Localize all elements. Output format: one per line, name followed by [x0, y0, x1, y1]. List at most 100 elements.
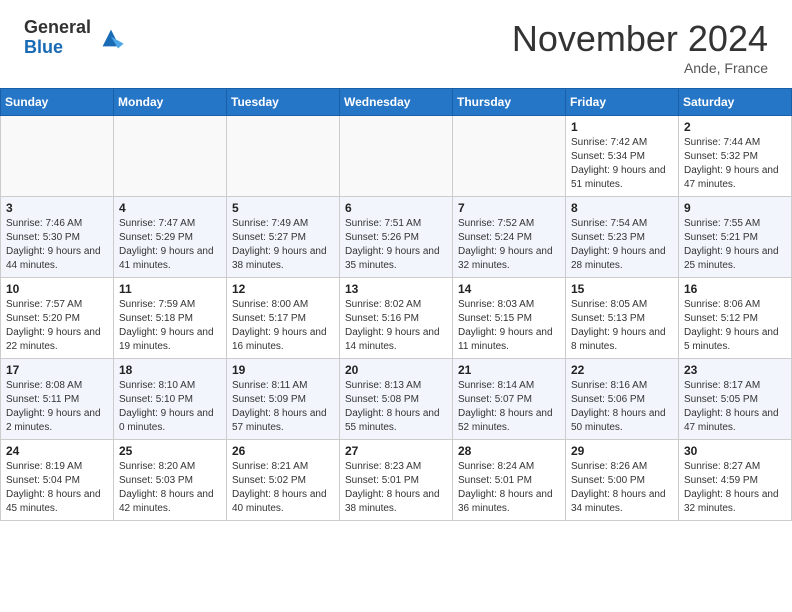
calendar-cell: 8 Sunrise: 7:54 AM Sunset: 5:23 PM Daylig…: [566, 197, 679, 278]
day-number: 8: [571, 201, 673, 215]
calendar-cell: 9Sunrise: 7:55 AM Sunset: 5:21 PM Daylig…: [679, 197, 792, 278]
calendar-week-2: 3 Sunrise: 7:46 AM Sunset: 5:30 PM Daylig…: [1, 197, 792, 278]
day-info: Sunrise: 7:51 AM Sunset: 5:26 PM Dayligh…: [345, 217, 447, 273]
day-header-tuesday: Tuesday: [227, 89, 340, 116]
calendar-cell: 23 Sunrise: 8:17 AM Sunset: 5:05 PM Dayli…: [679, 359, 792, 440]
day-number: 30: [684, 444, 786, 458]
calendar-cell: 25Sunrise: 8:20 AM Sunset: 5:03 PM Dayli…: [114, 440, 227, 521]
calendar-cell: 16 Sunrise: 8:06 AM Sunset: 5:12 PM Dayli…: [679, 278, 792, 359]
day-info: Sunrise: 8:26 AM Sunset: 5:00 PM Dayligh…: [571, 460, 673, 516]
calendar-cell: 28 Sunrise: 8:24 AM Sunset: 5:01 PM Dayli…: [453, 440, 566, 521]
calendar-cell: 24 Sunrise: 8:19 AM Sunset: 5:04 PM Dayli…: [1, 440, 114, 521]
logo: General Blue: [24, 18, 125, 58]
day-info: Sunrise: 8:27 AM Sunset: 4:59 PM Dayligh…: [684, 460, 786, 516]
calendar-week-1: 1 Sunrise: 7:42 AM Sunset: 5:34 PM Daylig…: [1, 116, 792, 197]
calendar-cell: 11 Sunrise: 7:59 AM Sunset: 5:18 PM Dayli…: [114, 278, 227, 359]
day-info: Sunrise: 7:57 AM Sunset: 5:20 PM Dayligh…: [6, 298, 108, 354]
calendar-cell: 27 Sunrise: 8:23 AM Sunset: 5:01 PM Dayli…: [340, 440, 453, 521]
calendar-cell: [227, 116, 340, 197]
logo-general: General: [24, 18, 91, 38]
day-header-saturday: Saturday: [679, 89, 792, 116]
day-info: Sunrise: 7:52 AM Sunset: 5:24 PM Dayligh…: [458, 217, 560, 273]
calendar-cell: [1, 116, 114, 197]
calendar-cell: 19 Sunrise: 8:11 AM Sunset: 5:09 PM Dayli…: [227, 359, 340, 440]
day-info: Sunrise: 8:06 AM Sunset: 5:12 PM Dayligh…: [684, 298, 786, 354]
calendar-cell: 6 Sunrise: 7:51 AM Sunset: 5:26 PM Daylig…: [340, 197, 453, 278]
day-info: Sunrise: 8:08 AM Sunset: 5:11 PM Dayligh…: [6, 379, 108, 435]
day-number: 21: [458, 363, 560, 377]
day-info: Sunrise: 8:19 AM Sunset: 5:04 PM Dayligh…: [6, 460, 108, 516]
calendar-week-5: 24 Sunrise: 8:19 AM Sunset: 5:04 PM Dayli…: [1, 440, 792, 521]
day-info: Sunrise: 8:24 AM Sunset: 5:01 PM Dayligh…: [458, 460, 560, 516]
day-number: 26: [232, 444, 334, 458]
day-header-friday: Friday: [566, 89, 679, 116]
day-number: 4: [119, 201, 221, 215]
page-header: General Blue November 2024 Ande, France: [0, 0, 792, 84]
calendar-cell: 18Sunrise: 8:10 AM Sunset: 5:10 PM Dayli…: [114, 359, 227, 440]
calendar-cell: 15 Sunrise: 8:05 AM Sunset: 5:13 PM Dayli…: [566, 278, 679, 359]
calendar-cell: 20Sunrise: 8:13 AM Sunset: 5:08 PM Dayli…: [340, 359, 453, 440]
day-number: 6: [345, 201, 447, 215]
day-info: Sunrise: 8:13 AM Sunset: 5:08 PM Dayligh…: [345, 379, 447, 435]
calendar-cell: 26Sunrise: 8:21 AM Sunset: 5:02 PM Dayli…: [227, 440, 340, 521]
day-number: 19: [232, 363, 334, 377]
calendar-week-4: 17 Sunrise: 8:08 AM Sunset: 5:11 PM Dayli…: [1, 359, 792, 440]
calendar-cell: 12 Sunrise: 8:00 AM Sunset: 5:17 PM Dayli…: [227, 278, 340, 359]
calendar-cell: 13Sunrise: 8:02 AM Sunset: 5:16 PM Dayli…: [340, 278, 453, 359]
day-number: 11: [119, 282, 221, 296]
day-number: 2: [684, 120, 786, 134]
day-info: Sunrise: 7:44 AM Sunset: 5:32 PM Dayligh…: [684, 136, 786, 192]
day-info: Sunrise: 8:05 AM Sunset: 5:13 PM Dayligh…: [571, 298, 673, 354]
day-info: Sunrise: 8:02 AM Sunset: 5:16 PM Dayligh…: [345, 298, 447, 354]
day-info: Sunrise: 7:49 AM Sunset: 5:27 PM Dayligh…: [232, 217, 334, 273]
day-info: Sunrise: 8:23 AM Sunset: 5:01 PM Dayligh…: [345, 460, 447, 516]
day-info: Sunrise: 8:03 AM Sunset: 5:15 PM Dayligh…: [458, 298, 560, 354]
day-info: Sunrise: 8:11 AM Sunset: 5:09 PM Dayligh…: [232, 379, 334, 435]
day-header-wednesday: Wednesday: [340, 89, 453, 116]
calendar-cell: 1 Sunrise: 7:42 AM Sunset: 5:34 PM Daylig…: [566, 116, 679, 197]
day-number: 15: [571, 282, 673, 296]
day-number: 1: [571, 120, 673, 134]
calendar-cell: 21 Sunrise: 8:14 AM Sunset: 5:07 PM Dayli…: [453, 359, 566, 440]
calendar-header-row: SundayMondayTuesdayWednesdayThursdayFrid…: [1, 89, 792, 116]
day-number: 17: [6, 363, 108, 377]
day-number: 12: [232, 282, 334, 296]
day-info: Sunrise: 8:20 AM Sunset: 5:03 PM Dayligh…: [119, 460, 221, 516]
day-info: Sunrise: 8:14 AM Sunset: 5:07 PM Dayligh…: [458, 379, 560, 435]
day-info: Sunrise: 7:47 AM Sunset: 5:29 PM Dayligh…: [119, 217, 221, 273]
month-title: November 2024: [512, 18, 768, 60]
calendar-cell: 17 Sunrise: 8:08 AM Sunset: 5:11 PM Dayli…: [1, 359, 114, 440]
calendar-cell: 5Sunrise: 7:49 AM Sunset: 5:27 PM Daylig…: [227, 197, 340, 278]
calendar-week-3: 10 Sunrise: 7:57 AM Sunset: 5:20 PM Dayli…: [1, 278, 792, 359]
calendar-cell: 10 Sunrise: 7:57 AM Sunset: 5:20 PM Dayli…: [1, 278, 114, 359]
title-block: November 2024 Ande, France: [512, 18, 768, 76]
calendar-cell: 29Sunrise: 8:26 AM Sunset: 5:00 PM Dayli…: [566, 440, 679, 521]
day-number: 28: [458, 444, 560, 458]
logo-icon: [97, 24, 125, 52]
day-number: 10: [6, 282, 108, 296]
day-header-thursday: Thursday: [453, 89, 566, 116]
calendar-cell: 7 Sunrise: 7:52 AM Sunset: 5:24 PM Daylig…: [453, 197, 566, 278]
day-number: 24: [6, 444, 108, 458]
day-number: 23: [684, 363, 786, 377]
location: Ande, France: [512, 60, 768, 76]
calendar-cell: 14 Sunrise: 8:03 AM Sunset: 5:15 PM Dayli…: [453, 278, 566, 359]
day-info: Sunrise: 7:46 AM Sunset: 5:30 PM Dayligh…: [6, 217, 108, 273]
day-info: Sunrise: 7:42 AM Sunset: 5:34 PM Dayligh…: [571, 136, 673, 192]
day-number: 27: [345, 444, 447, 458]
day-number: 14: [458, 282, 560, 296]
logo-blue: Blue: [24, 38, 91, 58]
day-info: Sunrise: 7:59 AM Sunset: 5:18 PM Dayligh…: [119, 298, 221, 354]
day-info: Sunrise: 8:17 AM Sunset: 5:05 PM Dayligh…: [684, 379, 786, 435]
day-info: Sunrise: 7:54 AM Sunset: 5:23 PM Dayligh…: [571, 217, 673, 273]
day-number: 7: [458, 201, 560, 215]
day-number: 18: [119, 363, 221, 377]
day-number: 3: [6, 201, 108, 215]
day-header-monday: Monday: [114, 89, 227, 116]
day-number: 16: [684, 282, 786, 296]
calendar-cell: 4 Sunrise: 7:47 AM Sunset: 5:29 PM Daylig…: [114, 197, 227, 278]
calendar-cell: [114, 116, 227, 197]
day-header-sunday: Sunday: [1, 89, 114, 116]
calendar-cell: [340, 116, 453, 197]
day-info: Sunrise: 8:00 AM Sunset: 5:17 PM Dayligh…: [232, 298, 334, 354]
